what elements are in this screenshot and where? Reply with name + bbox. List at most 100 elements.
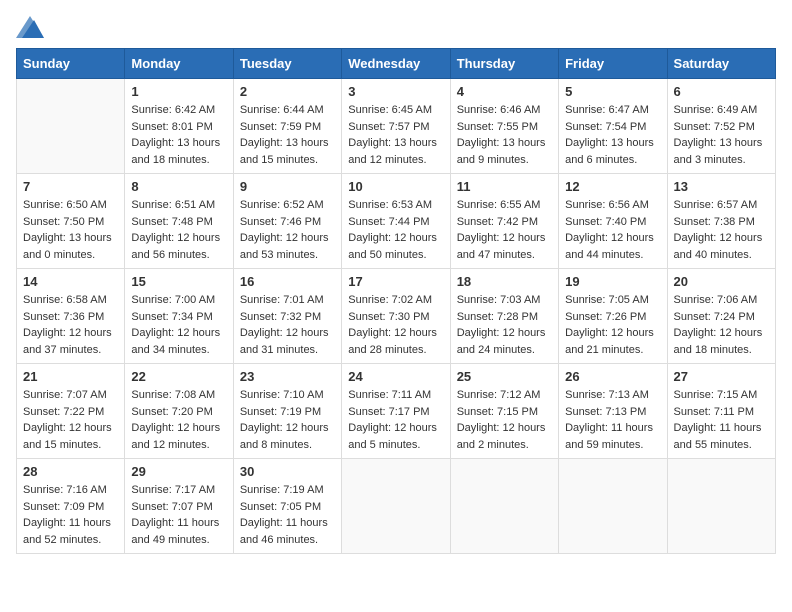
day-number: 5 — [565, 84, 660, 99]
day-number: 23 — [240, 369, 335, 384]
day-cell: 24 Sunrise: 7:11 AMSunset: 7:17 PMDayligh… — [342, 364, 450, 459]
day-number: 11 — [457, 179, 552, 194]
day-info: Sunrise: 6:53 AMSunset: 7:44 PMDaylight:… — [348, 197, 443, 263]
day-info: Sunrise: 7:13 AMSunset: 7:13 PMDaylight:… — [565, 387, 660, 453]
day-cell — [667, 459, 775, 554]
day-info: Sunrise: 7:11 AMSunset: 7:17 PMDaylight:… — [348, 387, 443, 453]
day-info: Sunrise: 7:15 AMSunset: 7:11 PMDaylight:… — [674, 387, 769, 453]
day-info: Sunrise: 6:51 AMSunset: 7:48 PMDaylight:… — [131, 197, 226, 263]
day-info: Sunrise: 6:50 AMSunset: 7:50 PMDaylight:… — [23, 197, 118, 263]
day-info: Sunrise: 7:03 AMSunset: 7:28 PMDaylight:… — [457, 292, 552, 358]
day-info: Sunrise: 7:10 AMSunset: 7:19 PMDaylight:… — [240, 387, 335, 453]
day-number: 9 — [240, 179, 335, 194]
week-row-5: 28 Sunrise: 7:16 AMSunset: 7:09 PMDayligh… — [17, 459, 776, 554]
day-cell: 8 Sunrise: 6:51 AMSunset: 7:48 PMDaylight… — [125, 174, 233, 269]
week-row-1: 1 Sunrise: 6:42 AMSunset: 8:01 PMDaylight… — [17, 79, 776, 174]
day-info: Sunrise: 6:56 AMSunset: 7:40 PMDaylight:… — [565, 197, 660, 263]
day-cell: 9Sunrise: 6:52 AMSunset: 7:46 PMDaylight… — [233, 174, 341, 269]
week-row-3: 14Sunrise: 6:58 AMSunset: 7:36 PMDayligh… — [17, 269, 776, 364]
day-cell: 18 Sunrise: 7:03 AMSunset: 7:28 PMDayligh… — [450, 269, 558, 364]
day-cell: 16 Sunrise: 7:01 AMSunset: 7:32 PMDayligh… — [233, 269, 341, 364]
day-info: Sunrise: 6:49 AMSunset: 7:52 PMDaylight:… — [674, 102, 769, 168]
day-number: 19 — [565, 274, 660, 289]
day-number: 30 — [240, 464, 335, 479]
day-number: 28 — [23, 464, 118, 479]
calendar-header-row: SundayMondayTuesdayWednesdayThursdayFrid… — [17, 49, 776, 79]
day-number: 17 — [348, 274, 443, 289]
day-number: 1 — [131, 84, 226, 99]
day-info: Sunrise: 6:45 AMSunset: 7:57 PMDaylight:… — [348, 102, 443, 168]
week-row-4: 21 Sunrise: 7:07 AMSunset: 7:22 PMDayligh… — [17, 364, 776, 459]
day-cell — [450, 459, 558, 554]
day-info: Sunrise: 7:00 AMSunset: 7:34 PMDaylight:… — [131, 292, 226, 358]
day-cell: 23 Sunrise: 7:10 AMSunset: 7:19 PMDayligh… — [233, 364, 341, 459]
day-info: Sunrise: 6:42 AMSunset: 8:01 PMDaylight:… — [131, 102, 226, 168]
day-cell: 4 Sunrise: 6:46 AMSunset: 7:55 PMDaylight… — [450, 79, 558, 174]
day-header-friday: Friday — [559, 49, 667, 79]
day-header-saturday: Saturday — [667, 49, 775, 79]
day-header-monday: Monday — [125, 49, 233, 79]
day-number: 13 — [674, 179, 769, 194]
day-number: 21 — [23, 369, 118, 384]
day-number: 25 — [457, 369, 552, 384]
day-cell: 25 Sunrise: 7:12 AMSunset: 7:15 PMDayligh… — [450, 364, 558, 459]
day-number: 10 — [348, 179, 443, 194]
day-number: 8 — [131, 179, 226, 194]
day-cell: 14Sunrise: 6:58 AMSunset: 7:36 PMDayligh… — [17, 269, 125, 364]
day-cell — [559, 459, 667, 554]
day-info: Sunrise: 7:01 AMSunset: 7:32 PMDaylight:… — [240, 292, 335, 358]
page-header — [16, 16, 776, 38]
day-header-tuesday: Tuesday — [233, 49, 341, 79]
day-number: 2 — [240, 84, 335, 99]
day-info: Sunrise: 7:07 AMSunset: 7:22 PMDaylight:… — [23, 387, 118, 453]
calendar-table: SundayMondayTuesdayWednesdayThursdayFrid… — [16, 48, 776, 554]
day-cell: 30 Sunrise: 7:19 AMSunset: 7:05 PMDayligh… — [233, 459, 341, 554]
day-cell: 10 Sunrise: 6:53 AMSunset: 7:44 PMDayligh… — [342, 174, 450, 269]
day-cell — [17, 79, 125, 174]
day-cell: 2 Sunrise: 6:44 AMSunset: 7:59 PMDaylight… — [233, 79, 341, 174]
day-info: Sunrise: 7:19 AMSunset: 7:05 PMDaylight:… — [240, 482, 335, 548]
day-number: 3 — [348, 84, 443, 99]
day-header-sunday: Sunday — [17, 49, 125, 79]
day-header-thursday: Thursday — [450, 49, 558, 79]
day-number: 7 — [23, 179, 118, 194]
day-info: Sunrise: 6:55 AMSunset: 7:42 PMDaylight:… — [457, 197, 552, 263]
day-cell: 29Sunrise: 7:17 AMSunset: 7:07 PMDayligh… — [125, 459, 233, 554]
day-number: 12 — [565, 179, 660, 194]
day-number: 4 — [457, 84, 552, 99]
day-header-wednesday: Wednesday — [342, 49, 450, 79]
day-info: Sunrise: 6:46 AMSunset: 7:55 PMDaylight:… — [457, 102, 552, 168]
day-number: 24 — [348, 369, 443, 384]
day-cell: 17 Sunrise: 7:02 AMSunset: 7:30 PMDayligh… — [342, 269, 450, 364]
day-number: 26 — [565, 369, 660, 384]
day-number: 29 — [131, 464, 226, 479]
day-cell: 12 Sunrise: 6:56 AMSunset: 7:40 PMDayligh… — [559, 174, 667, 269]
day-info: Sunrise: 6:57 AMSunset: 7:38 PMDaylight:… — [674, 197, 769, 263]
day-number: 20 — [674, 274, 769, 289]
day-cell: 28 Sunrise: 7:16 AMSunset: 7:09 PMDayligh… — [17, 459, 125, 554]
day-cell: 22Sunrise: 7:08 AMSunset: 7:20 PMDayligh… — [125, 364, 233, 459]
day-number: 27 — [674, 369, 769, 384]
day-cell: 6 Sunrise: 6:49 AMSunset: 7:52 PMDaylight… — [667, 79, 775, 174]
day-number: 6 — [674, 84, 769, 99]
day-info: Sunrise: 7:05 AMSunset: 7:26 PMDaylight:… — [565, 292, 660, 358]
day-cell: 15Sunrise: 7:00 AMSunset: 7:34 PMDayligh… — [125, 269, 233, 364]
day-cell: 21 Sunrise: 7:07 AMSunset: 7:22 PMDayligh… — [17, 364, 125, 459]
day-info: Sunrise: 7:02 AMSunset: 7:30 PMDaylight:… — [348, 292, 443, 358]
day-cell: 7 Sunrise: 6:50 AMSunset: 7:50 PMDaylight… — [17, 174, 125, 269]
day-info: Sunrise: 6:58 AMSunset: 7:36 PMDaylight:… — [23, 292, 118, 358]
day-number: 16 — [240, 274, 335, 289]
day-info: Sunrise: 7:16 AMSunset: 7:09 PMDaylight:… — [23, 482, 118, 548]
day-cell: 1 Sunrise: 6:42 AMSunset: 8:01 PMDaylight… — [125, 79, 233, 174]
day-number: 22 — [131, 369, 226, 384]
day-info: Sunrise: 7:12 AMSunset: 7:15 PMDaylight:… — [457, 387, 552, 453]
logo-icon — [16, 16, 44, 38]
day-cell — [342, 459, 450, 554]
day-cell: 27 Sunrise: 7:15 AMSunset: 7:11 PMDayligh… — [667, 364, 775, 459]
day-number: 18 — [457, 274, 552, 289]
day-cell: 20Sunrise: 7:06 AMSunset: 7:24 PMDayligh… — [667, 269, 775, 364]
day-info: Sunrise: 6:47 AMSunset: 7:54 PMDaylight:… — [565, 102, 660, 168]
day-info: Sunrise: 6:44 AMSunset: 7:59 PMDaylight:… — [240, 102, 335, 168]
week-row-2: 7 Sunrise: 6:50 AMSunset: 7:50 PMDaylight… — [17, 174, 776, 269]
day-cell: 5 Sunrise: 6:47 AMSunset: 7:54 PMDaylight… — [559, 79, 667, 174]
